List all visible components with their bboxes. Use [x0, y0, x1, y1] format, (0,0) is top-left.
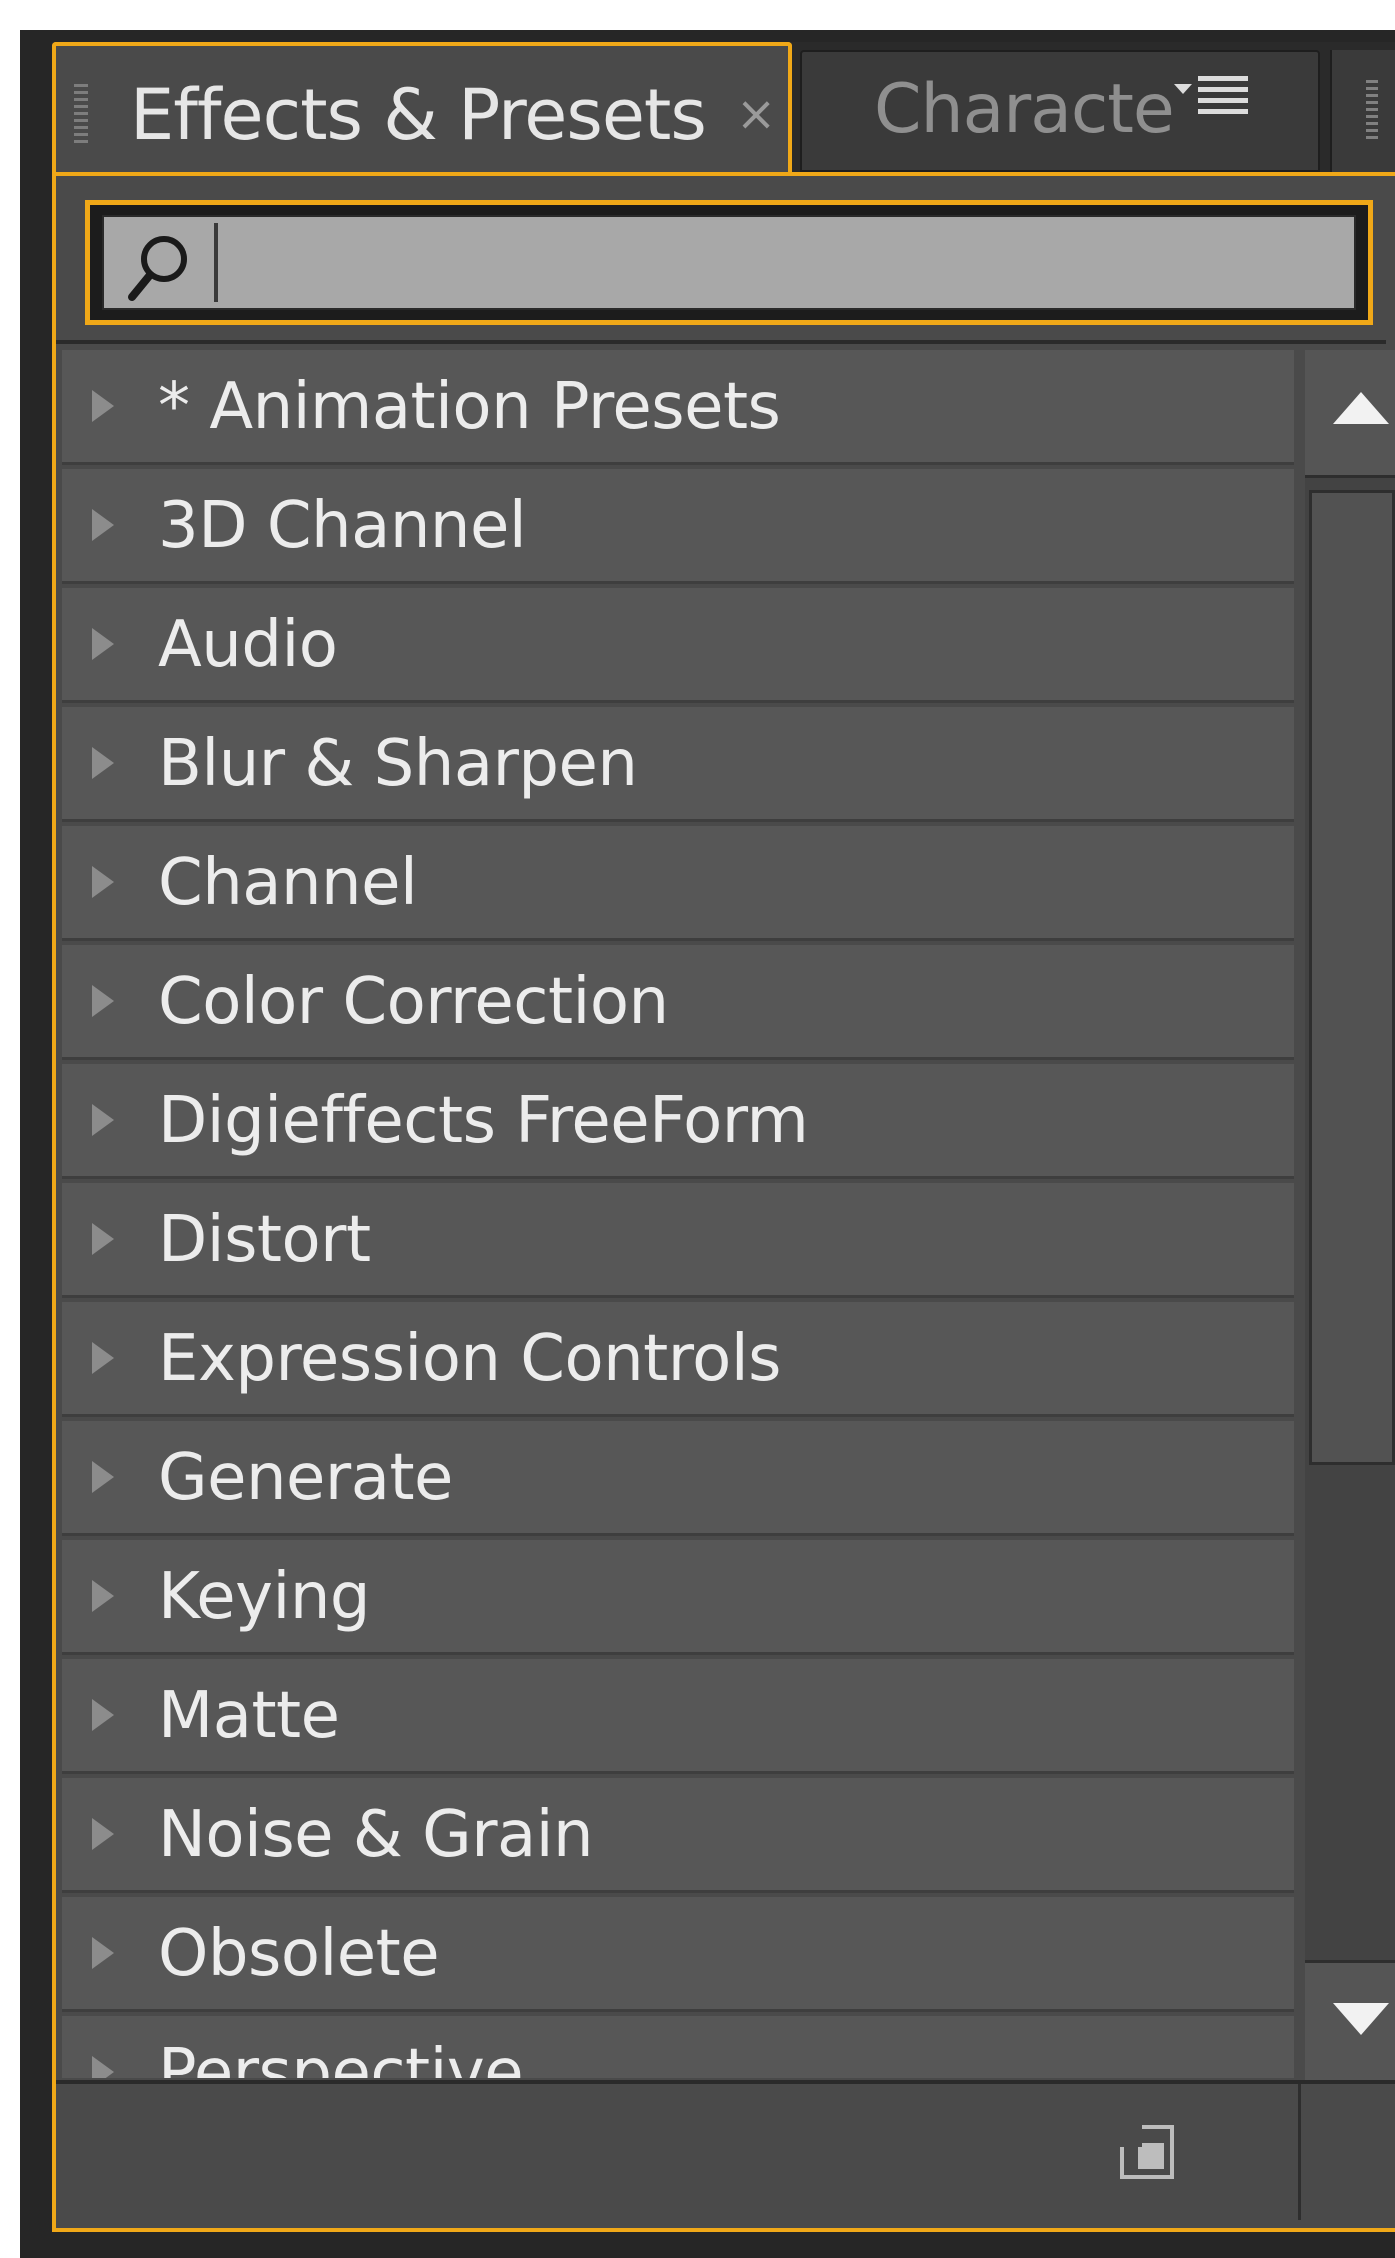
list-item[interactable]: Blur & Sharpen [62, 707, 1294, 822]
expand-triangle-icon[interactable] [92, 628, 114, 660]
expand-triangle-icon[interactable] [92, 1104, 114, 1136]
search-field-focus-ring [85, 200, 1373, 325]
expand-triangle-icon[interactable] [92, 1937, 114, 1969]
list-item[interactable]: 3D Channel [62, 469, 1294, 584]
tab-grip-handle[interactable] [74, 84, 88, 144]
list-item[interactable]: Perspective [62, 2016, 1294, 2078]
search-field[interactable] [102, 215, 1356, 310]
dropdown-triangle-icon [1174, 84, 1192, 94]
expand-triangle-icon[interactable] [92, 1342, 114, 1374]
divider [1298, 2084, 1301, 2220]
scroll-thumb[interactable] [1309, 490, 1395, 1465]
list-item-label: 3D Channel [158, 489, 527, 563]
tab-next-partial[interactable] [1330, 50, 1395, 172]
hamburger-lines-icon [1198, 76, 1248, 114]
list-item-label: Channel [158, 846, 418, 920]
list-item-label: Keying [158, 1560, 371, 1634]
list-item[interactable]: Noise & Grain [62, 1778, 1294, 1893]
expand-triangle-icon[interactable] [92, 1818, 114, 1850]
expand-triangle-icon[interactable] [92, 1223, 114, 1255]
list-item[interactable]: Obsolete [62, 1897, 1294, 2012]
list-item-label: Obsolete [158, 1917, 440, 1991]
list-item[interactable]: Audio [62, 588, 1294, 703]
panel-menu-icon[interactable] [1166, 70, 1286, 140]
expand-triangle-icon[interactable] [92, 985, 114, 1017]
effects-list: * Animation Presets 3D Channel Audio Blu… [62, 350, 1294, 2078]
list-item-label: Audio [158, 608, 338, 682]
list-item[interactable]: Keying [62, 1540, 1294, 1655]
list-item[interactable]: Generate [62, 1421, 1294, 1536]
list-item[interactable]: * Animation Presets [62, 350, 1294, 465]
list-item[interactable]: Color Correction [62, 945, 1294, 1060]
expand-triangle-icon[interactable] [92, 1580, 114, 1612]
expand-triangle-icon[interactable] [92, 390, 114, 422]
list-item-label: Blur & Sharpen [158, 727, 638, 801]
list-item[interactable]: Matte [62, 1659, 1294, 1774]
list-item-label: Distort [158, 1203, 371, 1277]
list-item-label: Expression Controls [158, 1322, 781, 1396]
search-input[interactable] [214, 223, 1344, 302]
search-icon [128, 236, 187, 301]
vertical-scrollbar[interactable] [1305, 350, 1395, 2083]
expand-triangle-icon[interactable] [92, 509, 114, 541]
tab-label: Effects & Presets [130, 74, 707, 156]
arrow-up-icon [1333, 392, 1389, 424]
expand-triangle-icon[interactable] [92, 2056, 114, 2078]
list-item-label: Generate [158, 1441, 453, 1515]
expand-triangle-icon[interactable] [92, 866, 114, 898]
list-item[interactable]: Distort [62, 1183, 1294, 1298]
panel-footer [56, 2080, 1395, 2224]
list-item-label: Noise & Grain [158, 1798, 594, 1872]
close-icon[interactable]: × [736, 86, 776, 142]
list-item[interactable]: Channel [62, 826, 1294, 941]
list-item-label: * Animation Presets [158, 370, 781, 444]
new-item-icon-notch [1120, 2125, 1142, 2147]
tab-effects-presets[interactable]: Effects & Presets × [52, 42, 792, 185]
expand-triangle-icon[interactable] [92, 1461, 114, 1493]
list-item-label: Perspective [158, 2036, 524, 2078]
tab-label: Characte [874, 70, 1175, 149]
arrow-down-icon [1333, 2003, 1389, 2035]
expand-triangle-icon[interactable] [92, 747, 114, 779]
divider [56, 340, 1386, 344]
list-item-label: Matte [158, 1679, 340, 1753]
list-item[interactable]: Digieffects FreeForm [62, 1064, 1294, 1179]
list-item-label: Color Correction [158, 965, 669, 1039]
list-item[interactable]: Expression Controls [62, 1302, 1294, 1417]
list-item-label: Digieffects FreeForm [158, 1084, 809, 1158]
tab-grip-handle[interactable] [1366, 80, 1378, 140]
scroll-up-button[interactable] [1305, 350, 1395, 478]
scroll-down-button[interactable] [1305, 1960, 1395, 2083]
expand-triangle-icon[interactable] [92, 1699, 114, 1731]
new-item-icon[interactable] [1120, 2125, 1174, 2179]
